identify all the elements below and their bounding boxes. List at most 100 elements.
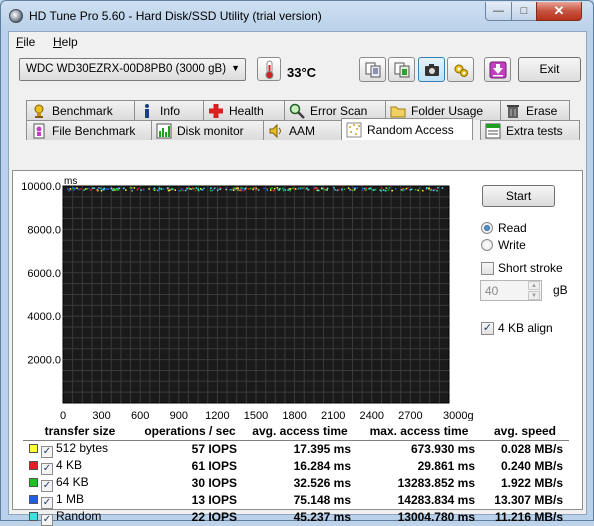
data-point: [76, 187, 78, 189]
data-point: [157, 189, 160, 191]
y-tick-label: 10000.0: [21, 181, 61, 193]
series-checkbox[interactable]: ✓: [41, 445, 53, 458]
data-point: [353, 188, 356, 191]
data-point: [93, 187, 96, 189]
tab-erase-label: Erase: [526, 103, 558, 118]
save-button[interactable]: [484, 57, 511, 82]
data-point: [436, 189, 438, 192]
data-point: [140, 189, 142, 191]
data-point: [182, 189, 184, 192]
client-area: File Help WDC WD30EZRX-00D8PB0 (3000 gB)…: [8, 31, 587, 526]
data-point: [372, 189, 375, 191]
data-point: [73, 189, 75, 191]
data-point: [279, 187, 281, 190]
data-point: [88, 187, 90, 190]
health-icon: [209, 103, 223, 118]
data-point: [106, 188, 108, 190]
screenshot-button[interactable]: [418, 57, 445, 82]
copy-info-icon: [365, 62, 380, 77]
spin-down-icon[interactable]: ▼: [528, 291, 540, 300]
tab-aam-label: AAM: [289, 123, 316, 138]
data-point: [293, 188, 295, 190]
series-color-swatch: [29, 477, 38, 487]
data-point: [252, 188, 254, 191]
tab-aam[interactable]: AAM: [263, 120, 342, 140]
minimize-button[interactable]: —: [485, 2, 512, 21]
data-point: [409, 189, 412, 191]
data-point: [167, 187, 169, 189]
read-radio[interactable]: Read: [481, 221, 561, 237]
align-checkbox[interactable]: ✓: [481, 322, 494, 335]
data-point: [252, 187, 255, 189]
close-button[interactable]: ✕: [536, 2, 582, 21]
series-color-swatch: [29, 494, 38, 504]
menu-help[interactable]: Help: [53, 35, 78, 49]
speaker-icon: [269, 123, 281, 138]
data-point: [107, 188, 109, 190]
data-point: [184, 189, 187, 192]
options-button[interactable]: [447, 57, 474, 82]
x-tick-label: 0: [60, 410, 66, 421]
data-point: [243, 189, 245, 192]
tab-health[interactable]: Health: [203, 100, 285, 120]
tab-error-scan[interactable]: Error Scan: [284, 100, 386, 120]
data-point: [158, 187, 161, 189]
data-point: [356, 187, 358, 189]
avg-speed-cell: 0.028 MB/s: [500, 442, 563, 456]
tab-extra-tests[interactable]: Extra tests: [480, 120, 580, 140]
menu-file[interactable]: File: [16, 35, 35, 49]
data-point: [278, 189, 280, 191]
stroke-unit-label: gB: [553, 283, 568, 297]
x-tick-label: 2400: [360, 410, 384, 421]
x-tick-label: 900: [170, 410, 188, 421]
data-point: [341, 189, 343, 191]
exit-button[interactable]: Exit: [518, 57, 581, 82]
chevron-down-icon: ▼: [231, 63, 240, 73]
extra-tests-icon: [485, 123, 501, 138]
title-bar[interactable]: HD Tune Pro 5.60 - Hard Disk/SSD Utility…: [1, 1, 593, 31]
series-checkbox[interactable]: ✓: [41, 496, 53, 509]
error-scan-icon: [289, 103, 305, 119]
tab-random-access[interactable]: Random Access: [341, 118, 473, 140]
data-point: [273, 187, 276, 190]
data-point: [365, 189, 368, 191]
data-point: [80, 188, 82, 190]
drive-select[interactable]: WDC WD30EZRX-00D8PB0 (3000 gB) ▼: [19, 58, 246, 81]
transfer-size-label: Random: [56, 508, 102, 523]
data-point: [125, 189, 127, 191]
series-checkbox[interactable]: ✓: [41, 462, 53, 475]
data-point: [441, 187, 444, 189]
tab-erase[interactable]: Erase: [500, 100, 570, 120]
series-checkbox[interactable]: ✓: [41, 479, 53, 492]
maximize-button[interactable]: □: [511, 2, 537, 21]
data-point: [72, 187, 74, 189]
tab-folder-usage[interactable]: Folder Usage: [385, 100, 501, 120]
series-checkbox[interactable]: ✓: [41, 513, 53, 526]
short-stroke-checkbox[interactable]: [481, 262, 494, 275]
data-point: [351, 189, 354, 192]
operations-cell: 13 IOPS: [191, 493, 237, 507]
stroke-size-spinbox[interactable]: 40 ▲ ▼: [480, 280, 542, 301]
tab-benchmark[interactable]: Benchmark: [26, 100, 135, 120]
spin-up-icon[interactable]: ▲: [528, 281, 540, 290]
y-tick-label: 8000.0: [27, 224, 61, 236]
copy-info-button[interactable]: [359, 57, 386, 82]
benchmark-icon: [34, 104, 44, 118]
write-radio[interactable]: Write: [481, 238, 561, 254]
copy-to-clipboard-button[interactable]: [388, 57, 415, 82]
tab-file-benchmark[interactable]: File Benchmark: [26, 120, 152, 140]
transfer-size-cell: ✓ 4 KB: [23, 458, 137, 475]
copy-to-clipboard-icon: [394, 62, 409, 77]
data-point: [68, 189, 70, 192]
tab-info[interactable]: Info: [134, 100, 204, 120]
align-label: 4 KB align: [498, 321, 553, 335]
avg-access-cell: 16.284 ms: [293, 459, 351, 473]
start-button[interactable]: Start: [482, 185, 555, 207]
exit-button-label: Exit: [539, 62, 560, 76]
avg-access-cell: 45.237 ms: [293, 510, 351, 524]
tab-disk-monitor[interactable]: Disk monitor: [151, 120, 264, 140]
data-point: [116, 187, 118, 190]
data-point: [388, 187, 391, 189]
thermometer-button[interactable]: [257, 57, 281, 81]
data-point: [197, 189, 200, 191]
